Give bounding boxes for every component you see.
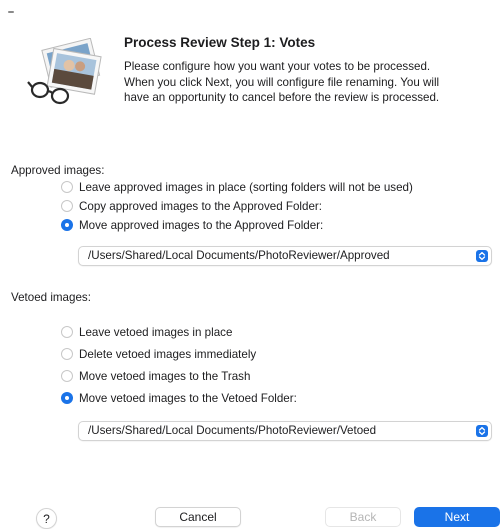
approved-move-option[interactable]: Move approved images to the Approved Fol… bbox=[61, 216, 323, 234]
up-down-chevron-icon bbox=[476, 250, 488, 262]
vetoed-folder-path: /Users/Shared/Local Documents/PhotoRevie… bbox=[88, 424, 377, 437]
vetoed-move-option[interactable]: Move vetoed images to the Vetoed Folder: bbox=[61, 389, 297, 407]
up-down-chevron-icon bbox=[476, 425, 488, 437]
radio-label: Move vetoed images to the Vetoed Folder: bbox=[79, 391, 297, 405]
approved-leave-option[interactable]: Leave approved images in place (sorting … bbox=[61, 178, 413, 196]
dialog-title: Process Review Step 1: Votes bbox=[124, 35, 316, 50]
radio-button-selected[interactable] bbox=[61, 392, 73, 404]
vetoed-section-label: Vetoed images: bbox=[11, 291, 91, 304]
radio-label: Delete vetoed images immediately bbox=[79, 347, 257, 361]
radio-label: Move approved images to the Approved Fol… bbox=[79, 218, 324, 232]
next-button[interactable]: Next bbox=[414, 507, 500, 527]
dialog-description: Please configure how you want your votes… bbox=[124, 59, 496, 106]
vetoed-folder-popup[interactable]: /Users/Shared/Local Documents/PhotoRevie… bbox=[78, 421, 492, 441]
radio-button[interactable] bbox=[61, 348, 73, 360]
radio-label: Leave approved images in place (sorting … bbox=[79, 180, 413, 194]
approved-folder-popup[interactable]: /Users/Shared/Local Documents/PhotoRevie… bbox=[78, 246, 492, 266]
description-line: Please configure how you want your votes… bbox=[124, 60, 431, 73]
vetoed-delete-option[interactable]: Delete vetoed images immediately bbox=[61, 345, 256, 363]
description-line: have an opportunity to cancel before the… bbox=[124, 91, 440, 104]
back-button[interactable]: Back bbox=[325, 507, 401, 527]
radio-label: Copy approved images to the Approved Fol… bbox=[79, 199, 322, 213]
radio-label: Leave vetoed images in place bbox=[79, 325, 233, 339]
radio-button[interactable] bbox=[61, 370, 73, 382]
vetoed-leave-option[interactable]: Leave vetoed images in place bbox=[61, 323, 232, 341]
radio-button[interactable] bbox=[61, 181, 73, 193]
cancel-button[interactable]: Cancel bbox=[155, 507, 241, 527]
window-corner-mark bbox=[8, 11, 14, 13]
help-button[interactable]: ? bbox=[36, 508, 57, 529]
approved-copy-option[interactable]: Copy approved images to the Approved Fol… bbox=[61, 197, 322, 215]
vetoed-trash-option[interactable]: Move vetoed images to the Trash bbox=[61, 367, 250, 385]
description-line: When you click Next, you will configure … bbox=[124, 75, 440, 89]
radio-button-selected[interactable] bbox=[61, 219, 73, 231]
photos-with-glasses-icon bbox=[26, 37, 106, 108]
radio-button[interactable] bbox=[61, 200, 73, 212]
radio-button[interactable] bbox=[61, 326, 73, 338]
approved-folder-path: /Users/Shared/Local Documents/PhotoRevie… bbox=[88, 249, 390, 262]
radio-label: Move vetoed images to the Trash bbox=[79, 369, 251, 383]
approved-section-label: Approved images: bbox=[11, 164, 105, 177]
